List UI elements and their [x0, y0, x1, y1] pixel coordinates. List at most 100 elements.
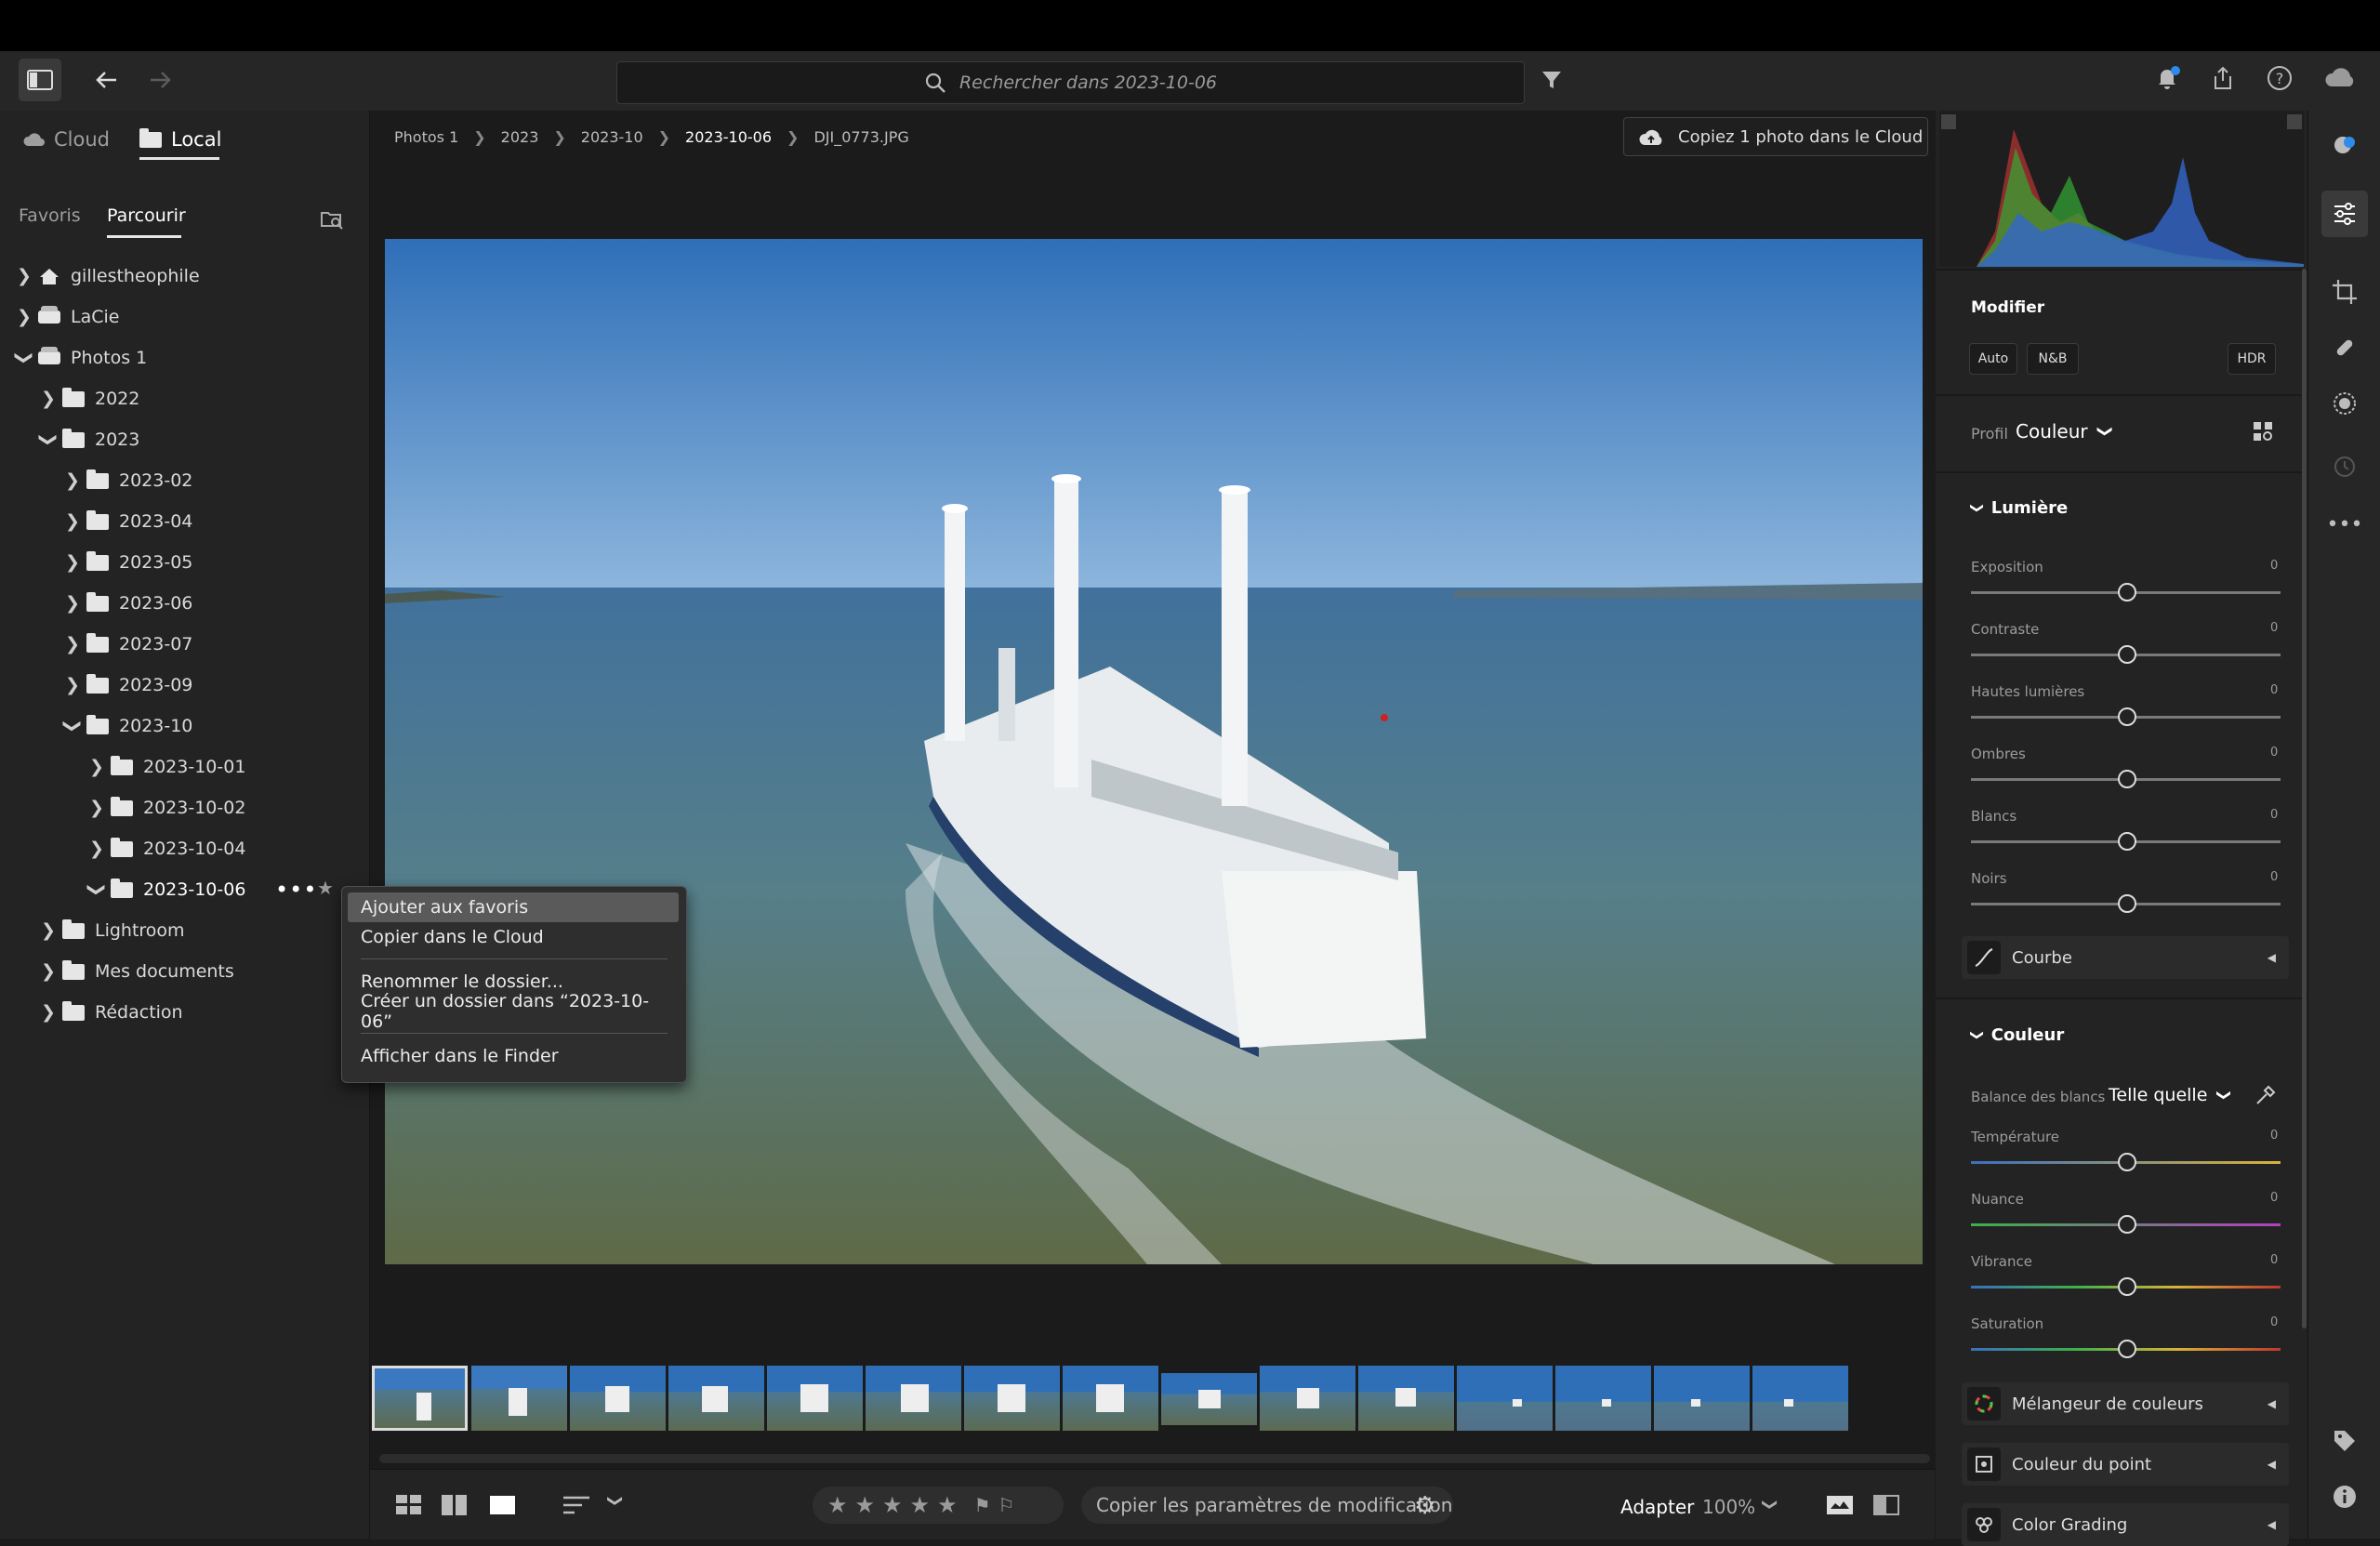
fit-label[interactable]: Adapter: [1620, 1496, 1694, 1518]
chevron-right-icon[interactable]: ❯: [37, 1002, 60, 1023]
chevron-down-icon[interactable]: ❯: [1762, 1499, 1779, 1511]
breadcrumb-item-current[interactable]: 2023-10-06: [685, 128, 772, 146]
menu-item-copy-cloud[interactable]: Copier dans le Cloud: [348, 922, 679, 952]
chevron-right-icon[interactable]: ❯: [61, 552, 84, 573]
star-icon[interactable]: ★: [937, 1492, 958, 1518]
tree-item-mes-documents[interactable]: ❯ Mes documents: [37, 955, 234, 988]
filmstrip-thumbnail[interactable]: [1457, 1366, 1553, 1431]
chevron-right-icon[interactable]: ❯: [37, 961, 60, 982]
slider-knob[interactable]: [2118, 707, 2136, 726]
breadcrumb-item[interactable]: Photos 1: [394, 128, 458, 146]
tree-item-lacie[interactable]: ❯ LaCie: [13, 300, 119, 334]
tree-item-2023-10[interactable]: ❯ 2023-10: [61, 709, 192, 743]
cloud-tab[interactable]: Cloud: [22, 126, 110, 153]
panel-scrollbar[interactable]: [2302, 269, 2307, 1328]
tree-item-2023-10-04[interactable]: ❯ 2023-10-04: [86, 832, 245, 865]
healing-brush-icon[interactable]: [2331, 334, 2359, 362]
chevron-right-icon[interactable]: ❯: [86, 757, 108, 777]
filmstrip-thumbnail[interactable]: [570, 1366, 666, 1431]
tree-item-lightroom[interactable]: ❯ Lightroom: [37, 914, 185, 947]
profile-dropdown[interactable]: Couleur ❯: [2016, 420, 2114, 443]
star-icon[interactable]: ★: [882, 1492, 903, 1518]
chevron-right-icon[interactable]: ❯: [61, 675, 84, 695]
slider-knob[interactable]: [2118, 832, 2136, 851]
tree-item-2023-07[interactable]: ❯ 2023-07: [61, 628, 192, 661]
share-icon[interactable]: [2209, 64, 2237, 92]
tag-icon[interactable]: [2331, 1427, 2359, 1455]
tree-item-2023-05[interactable]: ❯ 2023-05: [61, 546, 192, 579]
square-grid-view-icon[interactable]: [442, 1494, 468, 1516]
chevron-right-icon[interactable]: ❯: [61, 470, 84, 491]
menu-item-show-finder[interactable]: Afficher dans le Finder: [348, 1041, 679, 1071]
filmstrip-scrollbar[interactable]: [379, 1454, 1930, 1463]
light-section-header[interactable]: ❯ Lumière: [1969, 498, 2068, 518]
star-icon[interactable]: ★: [910, 1492, 931, 1518]
slider-knob[interactable]: [2118, 1340, 2136, 1358]
chevron-down-icon[interactable]: ❯: [14, 347, 34, 369]
tree-item-2022[interactable]: ❯ 2022: [37, 382, 139, 416]
breadcrumb-item[interactable]: 2023: [501, 128, 539, 146]
menu-item-add-favorites[interactable]: Ajouter aux favoris: [348, 892, 679, 922]
filmstrip-toggle-icon[interactable]: [1826, 1494, 1854, 1516]
filmstrip-thumbnail[interactable]: [1161, 1373, 1257, 1425]
tree-item-2023-09[interactable]: ❯ 2023-09: [61, 668, 192, 702]
forward-arrow-icon[interactable]: [146, 66, 174, 94]
chevron-right-icon[interactable]: ❯: [61, 593, 84, 614]
filmstrip-thumbnail[interactable]: [1752, 1366, 1848, 1431]
curve-section[interactable]: Courbe ◀: [1962, 936, 2289, 979]
browse-tab[interactable]: Parcourir: [107, 205, 186, 226]
filmstrip-thumbnail[interactable]: [471, 1366, 567, 1431]
presets-icon[interactable]: [2331, 131, 2359, 159]
star-favorite-icon[interactable]: ★: [317, 877, 334, 899]
zoom-level[interactable]: 100%: [1702, 1496, 1755, 1518]
tree-item-photos-1[interactable]: ❯ Photos 1: [13, 341, 147, 375]
filmstrip-thumbnail-selected[interactable]: [372, 1366, 468, 1431]
auto-button[interactable]: Auto: [1969, 343, 2017, 375]
edit-sliders-icon[interactable]: [2321, 191, 2368, 237]
filmstrip-thumbnail[interactable]: [964, 1366, 1060, 1431]
search-input[interactable]: Rechercher dans 2023-10-06: [616, 61, 1525, 104]
eyedropper-icon[interactable]: [2254, 1083, 2278, 1107]
slider-knob[interactable]: [2118, 645, 2136, 664]
filmstrip-thumbnail[interactable]: [668, 1366, 764, 1431]
info-icon[interactable]: [2331, 1483, 2359, 1511]
point-color-section[interactable]: Couleur du point ◀: [1962, 1443, 2289, 1486]
crop-icon[interactable]: [2331, 278, 2359, 306]
tree-item-2023-04[interactable]: ❯ 2023-04: [61, 505, 192, 538]
chevron-down-icon[interactable]: ❯: [86, 879, 107, 901]
breadcrumb-item[interactable]: 2023-10: [581, 128, 643, 146]
filmstrip-thumbnail[interactable]: [1358, 1366, 1454, 1431]
flag-pick-icon[interactable]: ⚑: [974, 1494, 991, 1516]
slider-knob[interactable]: [2118, 1215, 2136, 1234]
copy-settings-button[interactable]: Copier les paramètres de modification ⚙: [1081, 1487, 1453, 1524]
chevron-right-icon[interactable]: ❯: [61, 511, 84, 532]
hdr-button[interactable]: HDR: [2228, 343, 2276, 375]
help-icon[interactable]: ?: [2266, 64, 2294, 92]
panel-toggle-icon[interactable]: [19, 59, 61, 101]
gear-icon[interactable]: ⚙: [1414, 1492, 1435, 1520]
filmstrip-thumbnail[interactable]: [1063, 1366, 1158, 1431]
tree-item-2023-06[interactable]: ❯ 2023-06: [61, 587, 192, 620]
filmstrip-thumbnail[interactable]: [1654, 1366, 1750, 1431]
filmstrip-thumbnail[interactable]: [866, 1366, 961, 1431]
chevron-down-icon[interactable]: ❯: [38, 429, 59, 451]
white-balance-dropdown[interactable]: Telle quelle ❯: [2109, 1085, 2233, 1105]
chevron-right-icon[interactable]: ❯: [86, 839, 108, 859]
clipping-shadow-icon[interactable]: [1941, 114, 1956, 129]
masking-icon[interactable]: [2331, 390, 2359, 417]
tree-item-2023-10-06[interactable]: ❯ 2023-10-06: [86, 873, 245, 906]
notifications-bell-icon[interactable]: [2153, 64, 2181, 92]
more-icon[interactable]: •••: [2327, 510, 2363, 538]
tree-item-2023[interactable]: ❯ 2023: [37, 423, 139, 456]
copy-to-cloud-button[interactable]: Copiez 1 photo dans le Cloud: [1623, 117, 1928, 156]
bw-button[interactable]: N&B: [2027, 343, 2079, 375]
color-mixer-section[interactable]: Mélangeur de couleurs ◀: [1962, 1382, 2289, 1425]
chevron-right-icon[interactable]: ❯: [61, 634, 84, 654]
chevron-right-icon[interactable]: ❯: [13, 307, 35, 327]
color-section-header[interactable]: ❯ Couleur: [1969, 1025, 2064, 1045]
profile-browser-icon[interactable]: [2252, 420, 2274, 443]
chevron-down-icon[interactable]: ❯: [62, 715, 83, 737]
local-tab[interactable]: Local: [139, 126, 221, 153]
compare-view-icon[interactable]: [1872, 1494, 1900, 1516]
cloud-status-icon[interactable]: [2322, 64, 2360, 92]
